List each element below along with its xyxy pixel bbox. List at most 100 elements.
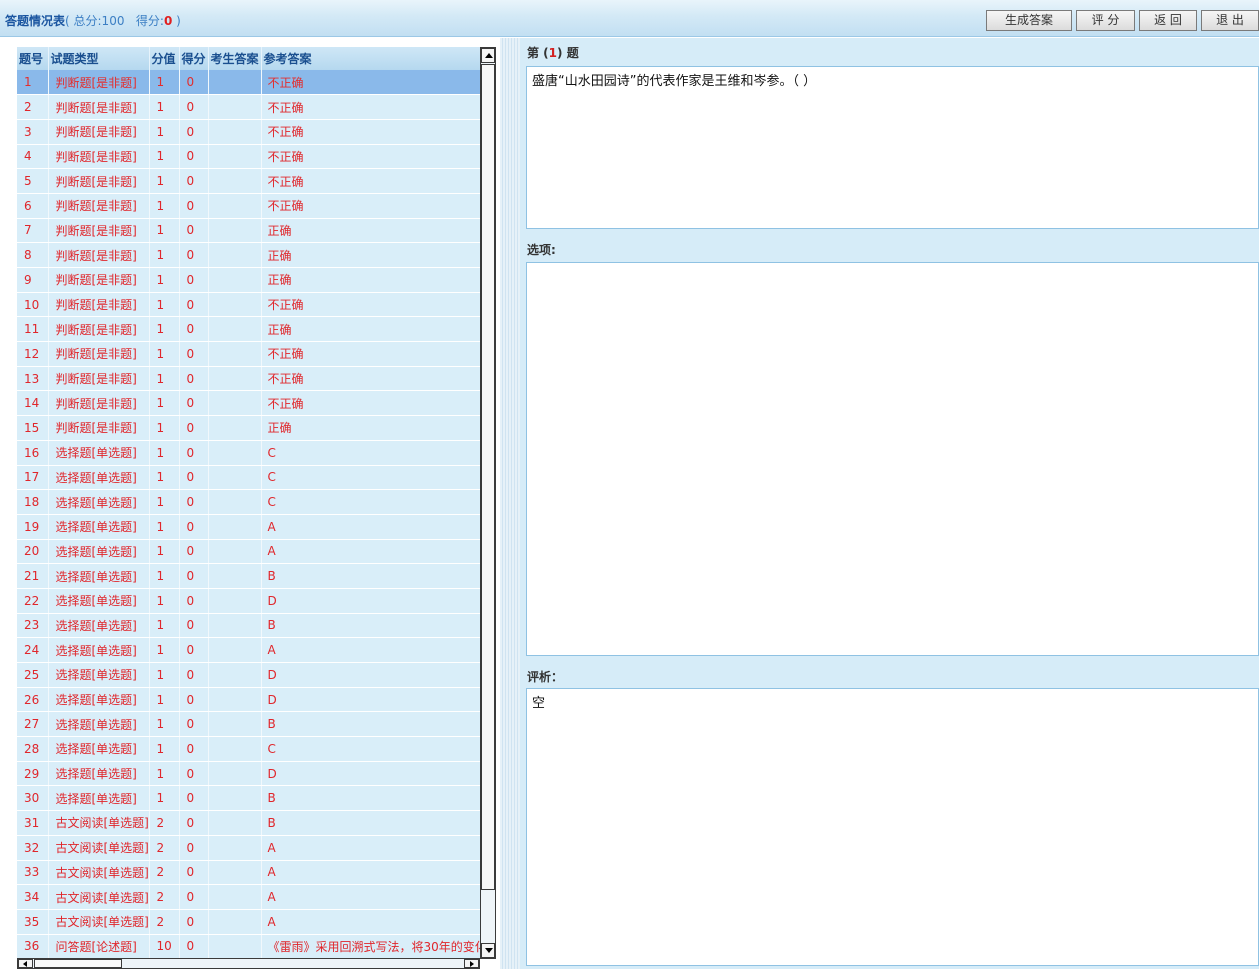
table-row[interactable]: 30 选择题[单选题] 1 0 B (17, 785, 480, 812)
scroll-up-button[interactable] (481, 48, 495, 63)
scroll-right-button[interactable] (464, 959, 479, 968)
page-title: 答题情况表 (5, 14, 66, 28)
cell-reference-answer: 正确 (261, 415, 480, 441)
table-row[interactable]: 22 选择题[单选题] 1 0 D (17, 588, 480, 614)
cell-type: 判断题[是非题] (48, 292, 150, 318)
question-text-box[interactable]: 盛唐“山水田园诗”的代表作家是王维和岑参。（ ） (526, 66, 1259, 229)
cell-student-answer (208, 168, 262, 194)
table-row[interactable]: 31 古文阅读[单选题] 2 0 B (17, 810, 480, 836)
table-row[interactable]: 10 判断题[是非题] 1 0 不正确 (17, 292, 480, 318)
column-header-no[interactable]: 题号 (17, 47, 49, 70)
cell-student-answer (208, 539, 262, 565)
table-row[interactable]: 15 判断题[是非题] 1 0 正确 (17, 415, 480, 441)
table-row[interactable]: 20 选择题[单选题] 1 0 A (17, 539, 480, 565)
table-row[interactable]: 1 判断题[是非题] 1 0 不正确 (17, 70, 480, 96)
cell-no: 17 (17, 465, 49, 491)
scroll-left-button[interactable] (18, 959, 33, 968)
table-row[interactable]: 23 选择题[单选题] 1 0 B (17, 613, 480, 639)
cell-score: 0 (179, 168, 209, 194)
question-number-label: 第 (1) 题 (527, 44, 579, 61)
cell-no: 13 (17, 366, 49, 392)
scroll-thumb[interactable] (481, 64, 495, 890)
table-row[interactable]: 4 判断题[是非题] 1 0 不正确 (17, 144, 480, 170)
cell-no: 16 (17, 440, 49, 466)
table-row[interactable]: 33 古文阅读[单选题] 2 0 A (17, 860, 480, 886)
total-score-label: 总分:100 (73, 14, 125, 28)
back-button[interactable]: 返 回 (1139, 10, 1197, 31)
cell-score: 0 (179, 884, 209, 910)
table-row[interactable]: 13 判断题[是非题] 1 0 不正确 (17, 366, 480, 392)
table-row[interactable]: 14 判断题[是非题] 1 0 不正确 (17, 390, 480, 417)
table-row[interactable]: 32 古文阅读[单选题] 2 0 A (17, 835, 480, 861)
table-row[interactable]: 5 判断题[是非题] 1 0 不正确 (17, 168, 480, 194)
table-row[interactable]: 16 选择题[单选题] 1 0 C (17, 440, 480, 466)
cell-no: 23 (17, 613, 49, 639)
cell-student-answer (208, 736, 262, 762)
column-header-score[interactable]: 得分 (179, 47, 209, 70)
grade-button[interactable]: 评 分 (1076, 10, 1135, 31)
horizontal-scroll-thumb[interactable] (34, 959, 122, 968)
table-row[interactable]: 27 选择题[单选题] 1 0 B (17, 711, 480, 738)
cell-type: 判断题[是非题] (48, 168, 150, 194)
analysis-box[interactable]: 空 (526, 688, 1259, 966)
cell-score: 0 (179, 390, 209, 417)
table-row[interactable]: 9 判断题[是非题] 1 0 正确 (17, 267, 480, 293)
options-box[interactable] (526, 262, 1259, 656)
cell-score: 0 (179, 94, 209, 120)
cell-reference-answer: 不正确 (261, 70, 480, 96)
table-row[interactable]: 26 选择题[单选题] 1 0 D (17, 687, 480, 713)
cell-type: 判断题[是非题] (48, 94, 150, 120)
table-row[interactable]: 21 选择题[单选题] 1 0 B (17, 563, 480, 589)
cell-type: 古文阅读[单选题] (48, 860, 150, 886)
table-row[interactable]: 19 选择题[单选题] 1 0 A (17, 514, 480, 540)
column-header-reference-answer[interactable]: 参考答案 (261, 47, 480, 70)
table-row[interactable]: 6 判断题[是非题] 1 0 不正确 (17, 193, 480, 219)
cell-value: 1 (149, 144, 180, 170)
cell-value: 1 (149, 292, 180, 318)
generate-answer-button[interactable]: 生成答案 (986, 10, 1072, 31)
table-row[interactable]: 7 判断题[是非题] 1 0 正确 (17, 218, 480, 244)
cell-reference-answer: B (261, 563, 480, 589)
table-row[interactable]: 11 判断题[是非题] 1 0 正确 (17, 316, 480, 343)
table-row[interactable]: 29 选择题[单选题] 1 0 D (17, 761, 480, 787)
cell-score: 0 (179, 687, 209, 713)
column-header-value[interactable]: 分值 (149, 47, 180, 70)
cell-student-answer (208, 884, 262, 910)
table-row[interactable]: 2 判断题[是非题] 1 0 不正确 (17, 94, 480, 120)
panel-splitter[interactable] (500, 38, 520, 969)
cell-reference-answer: 不正确 (261, 94, 480, 120)
table-row[interactable]: 34 古文阅读[单选题] 2 0 A (17, 884, 480, 910)
cell-reference-answer: D (261, 687, 480, 713)
cell-type: 古文阅读[单选题] (48, 810, 150, 836)
grid-horizontal-scrollbar[interactable] (17, 958, 480, 969)
cell-score: 0 (179, 440, 209, 466)
table-row[interactable]: 25 选择题[单选题] 1 0 D (17, 662, 480, 688)
cell-no: 22 (17, 588, 49, 614)
cell-type: 选择题[单选题] (48, 687, 150, 713)
scroll-down-button[interactable] (481, 943, 495, 958)
exit-button[interactable]: 退 出 (1201, 10, 1259, 31)
table-row[interactable]: 24 选择题[单选题] 1 0 A (17, 637, 480, 663)
cell-value: 1 (149, 341, 180, 367)
question-number: 1 (548, 46, 558, 60)
cell-student-answer (208, 588, 262, 614)
cell-score: 0 (179, 711, 209, 738)
table-row[interactable]: 36 问答题[论述题] 10 0 《雷雨》采用回溯式写法，将30年的变化 (17, 934, 480, 959)
table-row[interactable]: 18 选择题[单选题] 1 0 C (17, 489, 480, 515)
cell-type: 选择题[单选题] (48, 785, 150, 812)
table-row[interactable]: 35 古文阅读[单选题] 2 0 A (17, 909, 480, 935)
cell-student-answer (208, 390, 262, 417)
column-header-student-answer[interactable]: 考生答案 (208, 47, 262, 70)
cell-score: 0 (179, 835, 209, 861)
cell-type: 选择题[单选题] (48, 489, 150, 515)
table-row[interactable]: 28 选择题[单选题] 1 0 C (17, 736, 480, 762)
column-header-type[interactable]: 试题类型 (48, 47, 150, 70)
table-row[interactable]: 8 判断题[是非题] 1 0 正确 (17, 242, 480, 268)
cell-type: 古文阅读[单选题] (48, 909, 150, 935)
cell-no: 2 (17, 94, 49, 120)
table-row[interactable]: 12 判断题[是非题] 1 0 不正确 (17, 341, 480, 367)
table-row[interactable]: 3 判断题[是非题] 1 0 不正确 (17, 119, 480, 145)
table-row[interactable]: 17 选择题[单选题] 1 0 C (17, 465, 480, 491)
grid-vertical-scrollbar[interactable] (480, 47, 496, 959)
cell-value: 1 (149, 465, 180, 491)
